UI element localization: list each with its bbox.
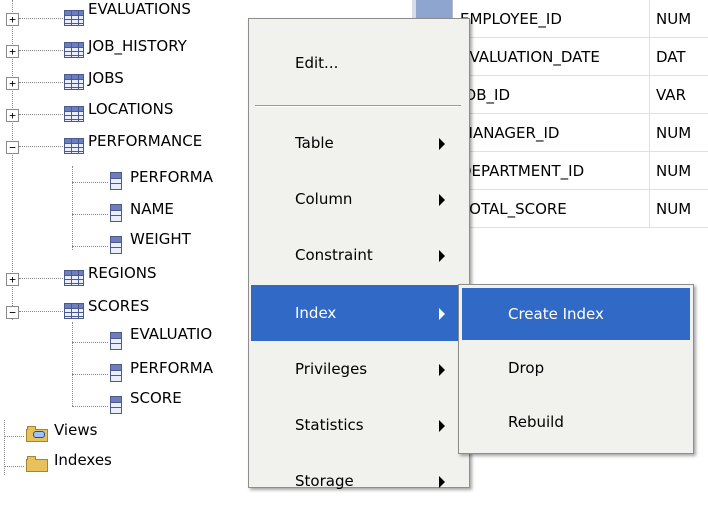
table-icon <box>64 303 84 319</box>
column-icon <box>110 204 122 222</box>
expand-icon[interactable]: + <box>6 13 19 26</box>
folder-name: Views <box>54 421 98 439</box>
submenu-item-label: Create Index <box>508 305 604 323</box>
context-menu: Edit... Table Column Constraint Index Pr… <box>248 18 470 490</box>
table-name: EVALUATIONS <box>88 0 191 18</box>
submenu-arrow-icon <box>439 194 445 206</box>
submenu-arrow-icon <box>439 250 445 262</box>
column-name: WEIGHT <box>130 230 191 248</box>
submenu-arrow-icon <box>439 308 445 320</box>
table-name: SCORES <box>88 297 150 315</box>
grid-cell-type[interactable]: NUM <box>650 190 708 228</box>
table-icon <box>64 106 84 122</box>
column-name: PERFORMA <box>130 168 214 186</box>
grid-cell-type[interactable]: NUM <box>650 152 708 190</box>
menu-item-constraint[interactable]: Constraint <box>249 227 469 283</box>
grid-cell-type[interactable]: VAR <box>650 76 708 114</box>
column-icon <box>110 396 122 414</box>
table-icon <box>64 42 84 58</box>
submenu-item-label: Drop <box>508 359 545 377</box>
column-icon <box>110 332 122 350</box>
menu-item-storage[interactable]: Storage <box>249 453 469 509</box>
grid-cell-type[interactable]: NUM <box>650 0 708 38</box>
column-name: NAME <box>130 200 174 218</box>
menu-item-label: Edit... <box>295 54 339 72</box>
column-name: PERFORMA <box>130 359 214 377</box>
menu-item-table[interactable]: Table <box>249 115 469 171</box>
table-icon <box>64 74 84 90</box>
menu-item-label: Column <box>295 190 353 208</box>
grid-cell-name[interactable]: MANAGER_ID <box>454 114 650 152</box>
menu-item-column[interactable]: Column <box>249 171 469 227</box>
table-name: JOBS <box>88 69 124 87</box>
submenu-item-rebuild[interactable]: Rebuild <box>462 396 690 448</box>
menu-item-label: Privileges <box>295 360 368 378</box>
expand-icon[interactable]: + <box>6 109 19 122</box>
menu-item-label: Table <box>295 134 334 152</box>
expand-icon[interactable]: + <box>6 77 19 90</box>
menu-item-label: Constraint <box>295 246 373 264</box>
expand-icon[interactable]: + <box>6 45 19 58</box>
column-icon <box>110 364 122 382</box>
column-name: SCORE <box>130 389 182 407</box>
menu-item-label: Index <box>295 304 337 322</box>
submenu-item-create-index[interactable]: Create Index <box>462 288 690 340</box>
tree-connector <box>72 322 73 406</box>
submenu-arrow-icon <box>439 364 445 376</box>
table-name: REGIONS <box>88 264 157 282</box>
menu-item-statistics[interactable]: Statistics <box>249 397 469 453</box>
submenu-item-label: Rebuild <box>508 413 564 431</box>
column-icon <box>110 172 122 190</box>
column-name: EVALUATIO <box>130 325 213 343</box>
folder-icon <box>26 456 48 472</box>
table-icon <box>64 270 84 286</box>
table-name: JOB_HISTORY <box>88 37 187 55</box>
menu-item-privileges[interactable]: Privileges <box>249 341 469 397</box>
index-submenu: Create Index Drop Rebuild <box>458 284 694 454</box>
grid-cell-name[interactable]: TOTAL_SCORE <box>454 190 650 228</box>
menu-item-label: Statistics <box>295 416 364 434</box>
table-icon <box>64 138 84 154</box>
grid-cell-type[interactable]: NUM <box>650 114 708 152</box>
grid-cell-name[interactable]: JOB_ID <box>454 76 650 114</box>
grid-cell-name[interactable]: EMPLOYEE_ID <box>454 0 650 38</box>
submenu-item-drop[interactable]: Drop <box>462 342 690 394</box>
grid-cell-type[interactable]: DAT <box>650 38 708 76</box>
menu-separator <box>255 105 461 107</box>
grid-cell-name[interactable]: DEPARTMENT_ID <box>454 152 650 190</box>
expand-icon[interactable]: + <box>6 273 19 286</box>
submenu-arrow-icon <box>439 138 445 150</box>
tree-connector <box>72 166 73 250</box>
menu-item-index[interactable]: Index <box>251 285 467 341</box>
table-name: LOCATIONS <box>88 100 174 118</box>
grid-cell-name[interactable]: EVALUATION_DATE <box>454 38 650 76</box>
table-name: PERFORMANCE <box>88 132 203 150</box>
collapse-icon[interactable]: − <box>6 141 19 154</box>
submenu-arrow-icon <box>439 476 445 488</box>
collapse-icon[interactable]: − <box>6 306 19 319</box>
views-folder-icon <box>26 426 48 442</box>
column-icon <box>110 236 122 254</box>
menu-item-edit[interactable]: Edit... <box>249 35 469 91</box>
submenu-arrow-icon <box>439 420 445 432</box>
folder-name: Indexes <box>54 451 112 469</box>
table-icon <box>64 10 84 26</box>
